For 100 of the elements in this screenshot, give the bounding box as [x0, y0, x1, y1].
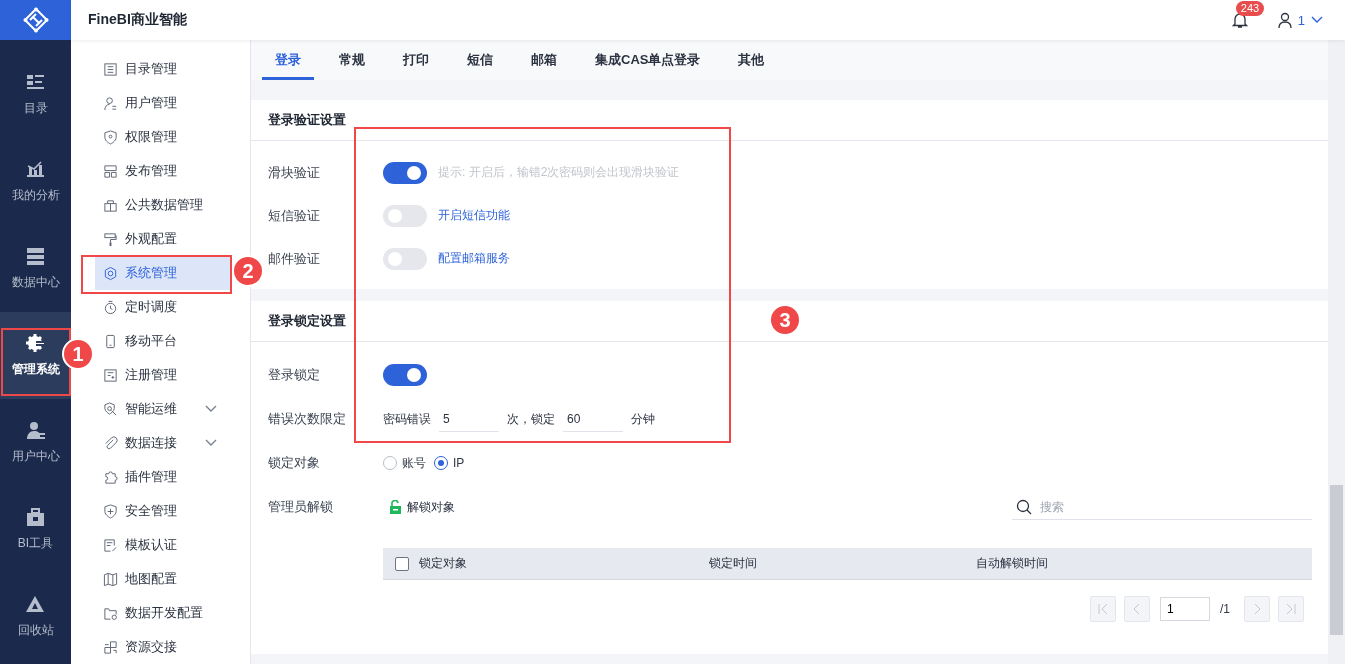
nav-item[interactable]: 目录管理 — [95, 52, 231, 86]
logo-icon — [22, 7, 49, 33]
field-text: 分钟 — [631, 410, 655, 428]
tab[interactable]: 常规 — [326, 40, 378, 80]
field-label: 滑块验证 — [268, 163, 321, 182]
layout-icon — [103, 163, 118, 179]
rail-item[interactable]: BI工具 — [0, 486, 71, 573]
document-icon — [103, 537, 118, 553]
radio-button[interactable] — [383, 456, 397, 470]
nav-item[interactable]: 发布管理 — [95, 154, 231, 188]
chevron-down-icon[interactable] — [1311, 16, 1323, 24]
nav-item[interactable]: 数据连接 — [95, 426, 231, 460]
settings-link[interactable]: 开启短信功能 — [438, 207, 510, 224]
next-page-button[interactable] — [1244, 596, 1270, 622]
radio-button[interactable] — [434, 456, 448, 470]
field-text: 密码错误 — [383, 410, 431, 428]
nav-item[interactable]: 注册管理 — [95, 358, 231, 392]
bar-chart-icon — [25, 159, 46, 179]
field-label: 错误次数限定 — [268, 410, 347, 428]
user-icon — [25, 420, 46, 440]
field-text: 次，锁定 — [507, 410, 555, 428]
toggle-switch[interactable] — [383, 247, 427, 270]
shield-icon — [103, 129, 118, 145]
nav-item[interactable]: 模板认证 — [95, 528, 231, 562]
gear-icon — [25, 333, 46, 353]
nav-item[interactable]: 插件管理 — [95, 460, 231, 494]
select-all-checkbox[interactable] — [395, 556, 409, 571]
toggle-switch[interactable] — [383, 364, 427, 386]
paperclip-icon — [103, 435, 118, 451]
list-icon — [103, 61, 118, 77]
toggle-switch[interactable] — [383, 204, 427, 227]
page-field[interactable]: 1 — [1160, 597, 1210, 621]
radio-label: IP — [453, 456, 465, 470]
nav-item[interactable]: 公共数据管理 — [95, 188, 231, 222]
page-total: /1 — [1220, 602, 1230, 616]
nav-item[interactable]: 外观配置 — [95, 222, 231, 256]
section-title: 登录锁定设置 — [268, 312, 346, 330]
nav-item[interactable]: 权限管理 — [95, 120, 231, 154]
nav-item[interactable]: 移动平台 — [95, 324, 231, 358]
tab[interactable]: 邮箱 — [518, 40, 570, 80]
stopwatch-icon — [103, 299, 118, 315]
nav-item[interactable]: 安全管理 — [95, 494, 231, 528]
list-icon — [25, 72, 46, 92]
gear-icon — [103, 265, 118, 281]
field-label: 短信验证 — [268, 206, 321, 225]
unlock-button[interactable]: 解锁对象 — [383, 498, 455, 516]
search-icon — [1016, 499, 1032, 515]
tab[interactable]: 集成CAS单点登录 — [582, 40, 714, 80]
nav-item[interactable]: 用户管理 — [95, 86, 231, 120]
app-title: FineBI商业智能 — [88, 11, 187, 29]
section-title: 登录验证设置 — [268, 111, 346, 129]
rail-item[interactable]: 管理系统 — [0, 312, 71, 399]
first-page-button[interactable] — [1090, 596, 1116, 622]
column-header: 锁定时间 — [709, 555, 758, 572]
rail-item[interactable]: 目录 — [0, 51, 71, 138]
tab[interactable]: 打印 — [390, 40, 442, 80]
previous-page-button[interactable] — [1124, 596, 1150, 622]
triangle-icon — [25, 594, 46, 614]
briefcase-icon — [103, 197, 118, 213]
nav-item[interactable]: 地图配置 — [95, 562, 231, 596]
rail-item[interactable]: 回收站 — [0, 573, 71, 660]
database-icon — [25, 246, 46, 266]
field-label: 邮件验证 — [268, 249, 321, 268]
notification-count: 243 — [1235, 1, 1265, 16]
form-icon — [103, 367, 118, 383]
nav-item[interactable]: 资源交接 — [95, 630, 231, 664]
toolbox-icon — [25, 507, 46, 527]
paint-roller-icon — [103, 231, 118, 247]
first-page-icon — [1097, 603, 1109, 615]
rail-item[interactable]: 用户中心 — [0, 399, 71, 486]
radio-label: 账号 — [402, 454, 426, 472]
user-icon[interactable] — [1277, 12, 1292, 28]
scrollbar-thumb[interactable] — [1330, 485, 1343, 635]
last-page-icon — [1285, 603, 1297, 615]
nav-item[interactable]: 系统管理 — [95, 256, 231, 290]
tab[interactable]: 其他 — [725, 40, 778, 80]
field-label: 管理员解锁 — [268, 498, 334, 516]
toggle-switch[interactable] — [383, 161, 427, 184]
settings-link[interactable]: 配置邮箱服务 — [438, 250, 510, 267]
bell-icon[interactable] — [1231, 11, 1248, 29]
column-header: 自动解锁时间 — [976, 555, 1049, 572]
user-icon — [103, 95, 118, 111]
folder-icon — [103, 605, 118, 621]
rail-item[interactable]: 数据中心 — [0, 225, 71, 312]
nav-item[interactable]: 定时调度 — [95, 290, 231, 324]
tab[interactable]: 短信 — [454, 40, 506, 80]
field-label: 登录锁定 — [268, 366, 321, 384]
puzzle-icon — [103, 469, 118, 485]
nav-item[interactable]: 智能运维 — [95, 392, 231, 426]
field-label: 锁定对象 — [268, 454, 321, 472]
grid-icon — [103, 639, 118, 655]
nav-item[interactable]: 数据开发配置 — [95, 596, 231, 630]
rail-item[interactable]: 我的分析 — [0, 138, 71, 225]
phone-icon — [103, 333, 118, 349]
column-header: 锁定对象 — [419, 555, 467, 572]
lock-icon — [389, 500, 402, 514]
user-name[interactable]: 1 — [1297, 12, 1305, 28]
map-icon — [103, 571, 118, 587]
tab[interactable]: 登录 — [262, 40, 314, 80]
last-page-button[interactable] — [1278, 596, 1304, 622]
